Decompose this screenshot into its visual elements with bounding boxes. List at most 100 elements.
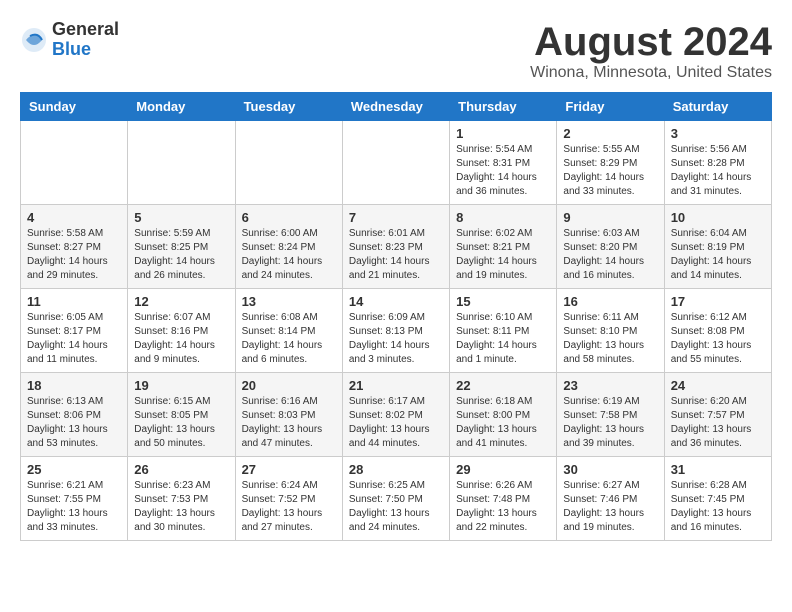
day-number: 18	[27, 378, 121, 393]
day-info: Sunrise: 6:03 AM Sunset: 8:20 PM Dayligh…	[563, 227, 657, 283]
calendar-cell: 8 Sunrise: 6:02 AM Sunset: 8:21 PM Daylig…	[450, 205, 557, 289]
calendar-cell: 6 Sunrise: 6:00 AM Sunset: 8:24 PM Daylig…	[235, 205, 342, 289]
day-info: Sunrise: 6:07 AM Sunset: 8:16 PM Dayligh…	[134, 311, 228, 367]
logo-blue: Blue	[52, 39, 91, 59]
day-info: Sunrise: 6:05 AM Sunset: 8:17 PM Dayligh…	[27, 311, 121, 367]
calendar-cell: 31 Sunrise: 6:28 AM Sunset: 7:45 PM Dayli…	[664, 457, 771, 541]
day-number: 7	[349, 210, 443, 225]
calendar-cell: 5Sunrise: 5:59 AM Sunset: 8:25 PM Daylig…	[128, 205, 235, 289]
calendar-cell: 30 Sunrise: 6:27 AM Sunset: 7:46 PM Dayli…	[557, 457, 664, 541]
weekday-header-tuesday: Tuesday	[235, 93, 342, 121]
day-number: 13	[242, 294, 336, 309]
weekday-header-row: SundayMondayTuesdayWednesdayThursdayFrid…	[21, 93, 772, 121]
calendar-week-row: 11 Sunrise: 6:05 AM Sunset: 8:17 PM Dayli…	[21, 289, 772, 373]
calendar-cell: 20 Sunrise: 6:16 AM Sunset: 8:03 PM Dayli…	[235, 373, 342, 457]
weekday-header-sunday: Sunday	[21, 93, 128, 121]
calendar-cell: 27Sunrise: 6:24 AM Sunset: 7:52 PM Dayli…	[235, 457, 342, 541]
page-header: General Blue August 2024 Winona, Minneso…	[20, 20, 772, 82]
calendar-cell: 11 Sunrise: 6:05 AM Sunset: 8:17 PM Dayli…	[21, 289, 128, 373]
day-number: 26	[134, 462, 228, 477]
day-info: Sunrise: 6:25 AM Sunset: 7:50 PM Dayligh…	[349, 479, 443, 535]
day-info: Sunrise: 6:13 AM Sunset: 8:06 PM Dayligh…	[27, 395, 121, 451]
calendar-cell: 12Sunrise: 6:07 AM Sunset: 8:16 PM Dayli…	[128, 289, 235, 373]
calendar-cell: 16 Sunrise: 6:11 AM Sunset: 8:10 PM Dayli…	[557, 289, 664, 373]
day-info: Sunrise: 6:08 AM Sunset: 8:14 PM Dayligh…	[242, 311, 336, 367]
calendar-cell	[128, 121, 235, 205]
day-number: 24	[671, 378, 765, 393]
calendar-cell	[235, 121, 342, 205]
day-info: Sunrise: 6:11 AM Sunset: 8:10 PM Dayligh…	[563, 311, 657, 367]
calendar-week-row: 18 Sunrise: 6:13 AM Sunset: 8:06 PM Dayli…	[21, 373, 772, 457]
calendar-cell	[342, 121, 449, 205]
day-info: Sunrise: 6:16 AM Sunset: 8:03 PM Dayligh…	[242, 395, 336, 451]
day-info: Sunrise: 6:27 AM Sunset: 7:46 PM Dayligh…	[563, 479, 657, 535]
day-number: 31	[671, 462, 765, 477]
weekday-header-friday: Friday	[557, 93, 664, 121]
day-number: 1	[456, 126, 550, 141]
day-info: Sunrise: 6:01 AM Sunset: 8:23 PM Dayligh…	[349, 227, 443, 283]
day-info: Sunrise: 5:54 AM Sunset: 8:31 PM Dayligh…	[456, 143, 550, 199]
calendar-cell: 14 Sunrise: 6:09 AM Sunset: 8:13 PM Dayli…	[342, 289, 449, 373]
calendar-cell: 23 Sunrise: 6:19 AM Sunset: 7:58 PM Dayli…	[557, 373, 664, 457]
day-info: Sunrise: 5:58 AM Sunset: 8:27 PM Dayligh…	[27, 227, 121, 283]
calendar-cell: 19Sunrise: 6:15 AM Sunset: 8:05 PM Dayli…	[128, 373, 235, 457]
day-info: Sunrise: 6:20 AM Sunset: 7:57 PM Dayligh…	[671, 395, 765, 451]
calendar-cell: 2 Sunrise: 5:55 AM Sunset: 8:29 PM Daylig…	[557, 121, 664, 205]
day-number: 23	[563, 378, 657, 393]
weekday-header-thursday: Thursday	[450, 93, 557, 121]
day-info: Sunrise: 6:04 AM Sunset: 8:19 PM Dayligh…	[671, 227, 765, 283]
calendar-cell: 17Sunrise: 6:12 AM Sunset: 8:08 PM Dayli…	[664, 289, 771, 373]
day-number: 17	[671, 294, 765, 309]
calendar-week-row: 25Sunrise: 6:21 AM Sunset: 7:55 PM Dayli…	[21, 457, 772, 541]
day-number: 14	[349, 294, 443, 309]
day-number: 3	[671, 126, 765, 141]
day-number: 16	[563, 294, 657, 309]
day-number: 21	[349, 378, 443, 393]
day-info: Sunrise: 6:00 AM Sunset: 8:24 PM Dayligh…	[242, 227, 336, 283]
calendar-cell: 1 Sunrise: 5:54 AM Sunset: 8:31 PM Daylig…	[450, 121, 557, 205]
day-info: Sunrise: 6:19 AM Sunset: 7:58 PM Dayligh…	[563, 395, 657, 451]
day-number: 22	[456, 378, 550, 393]
logo-general: General	[52, 19, 119, 39]
day-number: 11	[27, 294, 121, 309]
day-info: Sunrise: 6:02 AM Sunset: 8:21 PM Dayligh…	[456, 227, 550, 283]
calendar-subtitle: Winona, Minnesota, United States	[530, 64, 772, 82]
day-number: 9	[563, 210, 657, 225]
day-number: 10	[671, 210, 765, 225]
day-number: 4	[27, 210, 121, 225]
day-info: Sunrise: 6:15 AM Sunset: 8:05 PM Dayligh…	[134, 395, 228, 451]
calendar-table: SundayMondayTuesdayWednesdayThursdayFrid…	[20, 92, 772, 541]
day-info: Sunrise: 6:21 AM Sunset: 7:55 PM Dayligh…	[27, 479, 121, 535]
calendar-cell	[21, 121, 128, 205]
calendar-cell: 13 Sunrise: 6:08 AM Sunset: 8:14 PM Dayli…	[235, 289, 342, 373]
day-number: 20	[242, 378, 336, 393]
day-number: 6	[242, 210, 336, 225]
calendar-cell: 22 Sunrise: 6:18 AM Sunset: 8:00 PM Dayli…	[450, 373, 557, 457]
logo-text: General Blue	[52, 20, 119, 60]
day-info: Sunrise: 6:26 AM Sunset: 7:48 PM Dayligh…	[456, 479, 550, 535]
logo-icon	[20, 26, 48, 54]
calendar-cell: 24 Sunrise: 6:20 AM Sunset: 7:57 PM Dayli…	[664, 373, 771, 457]
calendar-cell: 29 Sunrise: 6:26 AM Sunset: 7:48 PM Dayli…	[450, 457, 557, 541]
day-info: Sunrise: 6:10 AM Sunset: 8:11 PM Dayligh…	[456, 311, 550, 367]
calendar-cell: 9 Sunrise: 6:03 AM Sunset: 8:20 PM Daylig…	[557, 205, 664, 289]
day-number: 15	[456, 294, 550, 309]
calendar-cell: 3Sunrise: 5:56 AM Sunset: 8:28 PM Daylig…	[664, 121, 771, 205]
weekday-header-saturday: Saturday	[664, 93, 771, 121]
day-info: Sunrise: 6:09 AM Sunset: 8:13 PM Dayligh…	[349, 311, 443, 367]
day-info: Sunrise: 6:23 AM Sunset: 7:53 PM Dayligh…	[134, 479, 228, 535]
day-info: Sunrise: 6:28 AM Sunset: 7:45 PM Dayligh…	[671, 479, 765, 535]
calendar-cell: 25Sunrise: 6:21 AM Sunset: 7:55 PM Dayli…	[21, 457, 128, 541]
day-number: 30	[563, 462, 657, 477]
day-info: Sunrise: 6:24 AM Sunset: 7:52 PM Dayligh…	[242, 479, 336, 535]
calendar-cell: 21Sunrise: 6:17 AM Sunset: 8:02 PM Dayli…	[342, 373, 449, 457]
logo: General Blue	[20, 20, 119, 60]
day-info: Sunrise: 6:18 AM Sunset: 8:00 PM Dayligh…	[456, 395, 550, 451]
calendar-cell: 10 Sunrise: 6:04 AM Sunset: 8:19 PM Dayli…	[664, 205, 771, 289]
calendar-week-row: 1 Sunrise: 5:54 AM Sunset: 8:31 PM Daylig…	[21, 121, 772, 205]
day-info: Sunrise: 5:55 AM Sunset: 8:29 PM Dayligh…	[563, 143, 657, 199]
day-number: 5	[134, 210, 228, 225]
day-number: 2	[563, 126, 657, 141]
day-number: 29	[456, 462, 550, 477]
day-number: 8	[456, 210, 550, 225]
